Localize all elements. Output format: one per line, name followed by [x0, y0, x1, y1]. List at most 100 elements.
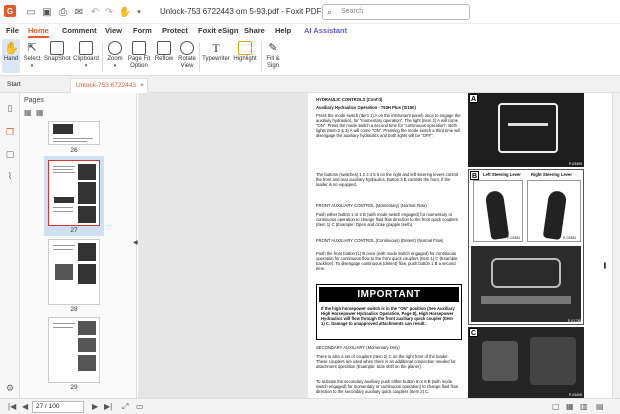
hand-tool-icon[interactable]: ✋: [118, 5, 132, 19]
pages-panel-icon[interactable]: ❐: [5, 127, 15, 137]
reading-mode-icon[interactable]: ▭: [136, 402, 144, 411]
doc-paragraph-2: The buttons (switches) 1 2 3 4 5 6 on th…: [316, 172, 459, 187]
menu-ai-assistant[interactable]: AI Assistant: [304, 26, 347, 35]
doc-heading-3: FRONT AUXILIARY CONTROL (Momentary) (Nor…: [316, 203, 427, 208]
menu-home[interactable]: Home: [28, 26, 49, 38]
reflow-icon: [157, 41, 171, 55]
page-fit-label: Page Fit: [127, 56, 151, 62]
comments-panel-icon[interactable]: ▢: [5, 149, 15, 159]
pen-icon: ✎: [268, 42, 278, 54]
continuous-view-icon[interactable]: ▦: [566, 402, 574, 411]
fit-page-icon[interactable]: ⤢: [122, 402, 128, 412]
pages-panel: Pages ▦ ▦ 26 27 28 29 ▲ ▼ ◀: [20, 93, 153, 398]
page-fit-icon: [132, 41, 146, 55]
collapse-panel-icon[interactable]: ◀: [133, 239, 138, 246]
left-lever-label: Left Steering Lever: [483, 172, 521, 177]
page-number-28: 28: [70, 306, 78, 313]
doc-heading-5: SECONDARY AUXILIARY (Momentary Only): [316, 345, 400, 350]
hand-button[interactable]: ✋ Hand: [2, 39, 20, 73]
zoom-icon: [108, 41, 122, 55]
highlight-button[interactable]: Highlight: [232, 39, 258, 63]
page-thumbnail-26[interactable]: [48, 121, 100, 145]
pdf-page: HYDRAULIC CONTROLS (Cont'd) Auxiliary Hy…: [308, 93, 616, 398]
next-page-icon[interactable]: ▶: [92, 402, 98, 411]
print-icon[interactable]: ⎙: [56, 5, 70, 19]
email-icon[interactable]: ✉: [72, 5, 86, 19]
figure-b-caption-2: P-03381: [563, 236, 577, 240]
clipboard-label: Clipboard: [73, 56, 99, 62]
first-page-icon[interactable]: |◀: [8, 402, 16, 411]
menu-bar: File Home Comment View Form Protect Foxi…: [0, 24, 620, 38]
typewriter-icon: T: [212, 41, 220, 55]
important-text: If the high horsepower switch is in the …: [321, 306, 455, 326]
hand-label: Hand: [3, 56, 19, 62]
fill-sign-button[interactable]: ✎ Fill & Sign: [264, 39, 282, 70]
highlight-icon: [238, 41, 252, 55]
menu-view[interactable]: View: [105, 26, 122, 35]
open-folder-icon[interactable]: ▭: [24, 5, 38, 19]
clipboard-icon: [79, 41, 93, 55]
snapshot-label: SnapShot: [44, 56, 71, 62]
redo-icon[interactable]: ↷: [102, 5, 116, 19]
hand-icon: ✋: [4, 41, 19, 55]
reflow-button[interactable]: Reflow: [153, 39, 175, 63]
tab-start[interactable]: Start: [2, 78, 68, 93]
cover-view-icon[interactable]: ▤: [596, 402, 604, 411]
undo-icon[interactable]: ↶: [88, 5, 102, 19]
menu-file[interactable]: File: [6, 26, 19, 35]
bookmark-panel-icon[interactable]: ▯: [5, 103, 15, 113]
rotate-icon: [180, 41, 194, 55]
menu-form[interactable]: Form: [133, 26, 152, 35]
page-thumbnail-27[interactable]: [48, 160, 100, 226]
camera-icon: [50, 41, 64, 55]
page-thumbnail-28[interactable]: [48, 239, 100, 305]
doc-paragraph-6: To activate the secondary auxiliary push…: [316, 379, 458, 394]
facing-view-icon[interactable]: ▥: [580, 402, 588, 411]
snapshot-button[interactable]: SnapShot: [44, 39, 70, 63]
rotate-view-button[interactable]: Rotate View: [177, 39, 197, 70]
ribbon-toolbar: ✋ Hand ⇱ Select ▾ SnapShot Clipboard ▾ Z…: [0, 38, 620, 76]
tab-start-label: Start: [7, 81, 21, 88]
reflow-label: Reflow: [154, 56, 174, 62]
settings-icon[interactable]: ⚙: [5, 383, 15, 393]
page-thumbnail-29[interactable]: [48, 317, 100, 383]
menu-protect[interactable]: Protect: [162, 26, 188, 35]
menu-foxit-esign[interactable]: Foxit eSign: [198, 26, 238, 35]
select-button[interactable]: ⇱ Select ▾: [22, 39, 42, 70]
page-options-icon[interactable]: ▦: [24, 108, 32, 117]
figure-b-panel: B Left Steering Lever Right Steering Lev…: [468, 169, 584, 325]
single-page-view-icon[interactable]: ▢: [552, 402, 560, 411]
search-input[interactable]: ⌕ Search: [322, 4, 470, 20]
document-view[interactable]: HYDRAULIC CONTROLS (Cont'd) Auxiliary Hy…: [138, 93, 620, 398]
figure-a-photo: A P-03409: [468, 93, 584, 167]
close-tab-icon[interactable]: ×: [140, 82, 144, 89]
fill-sign-label-2: Sign: [266, 63, 279, 69]
app-logo-icon: G: [4, 5, 16, 17]
last-page-icon[interactable]: ▶|: [104, 402, 112, 411]
attachments-panel-icon[interactable]: ⌇: [5, 171, 15, 181]
doc-paragraph-1: Press the mode switch (Item 1) A on the …: [316, 113, 461, 138]
menu-help[interactable]: Help: [275, 26, 291, 35]
right-lever-label: Right Steering Lever: [531, 172, 572, 177]
customize-dropdown-icon[interactable]: ▾: [132, 5, 146, 19]
cursor-icon: ⇱: [27, 42, 37, 54]
save-icon[interactable]: ▣: [40, 5, 54, 19]
tab-document[interactable]: Unlock-753 6722443 ... ×: [70, 78, 148, 96]
zoom-dropdown-icon: ▾: [113, 63, 117, 69]
typewriter-button[interactable]: T Typewriter: [202, 39, 230, 63]
zoom-label: Zoom: [107, 56, 123, 62]
figure-c-label: C: [469, 328, 478, 337]
previous-page-icon[interactable]: ◀: [22, 402, 28, 411]
search-icon: ⌕: [327, 7, 333, 17]
menu-comment[interactable]: Comment: [62, 26, 97, 35]
page-delete-icon[interactable]: ▦: [36, 108, 44, 117]
title-bar: G ▭ ▣ ⎙ ✉ ↶ ↷ ✋ ▾ Unlock-753 6722443 om …: [0, 0, 620, 24]
page-number-input[interactable]: 27 / 100: [32, 401, 84, 413]
clipboard-button[interactable]: Clipboard ▾: [72, 39, 100, 70]
doc-paragraph-4: Push the front button (1) B once (with m…: [316, 251, 459, 271]
menu-share[interactable]: Share: [244, 26, 265, 35]
document-scrollbar[interactable]: [612, 93, 620, 398]
zoom-button[interactable]: Zoom ▾: [105, 39, 125, 70]
page-number-27: 27: [70, 227, 78, 234]
page-fit-button[interactable]: Page Fit Option: [127, 39, 151, 70]
